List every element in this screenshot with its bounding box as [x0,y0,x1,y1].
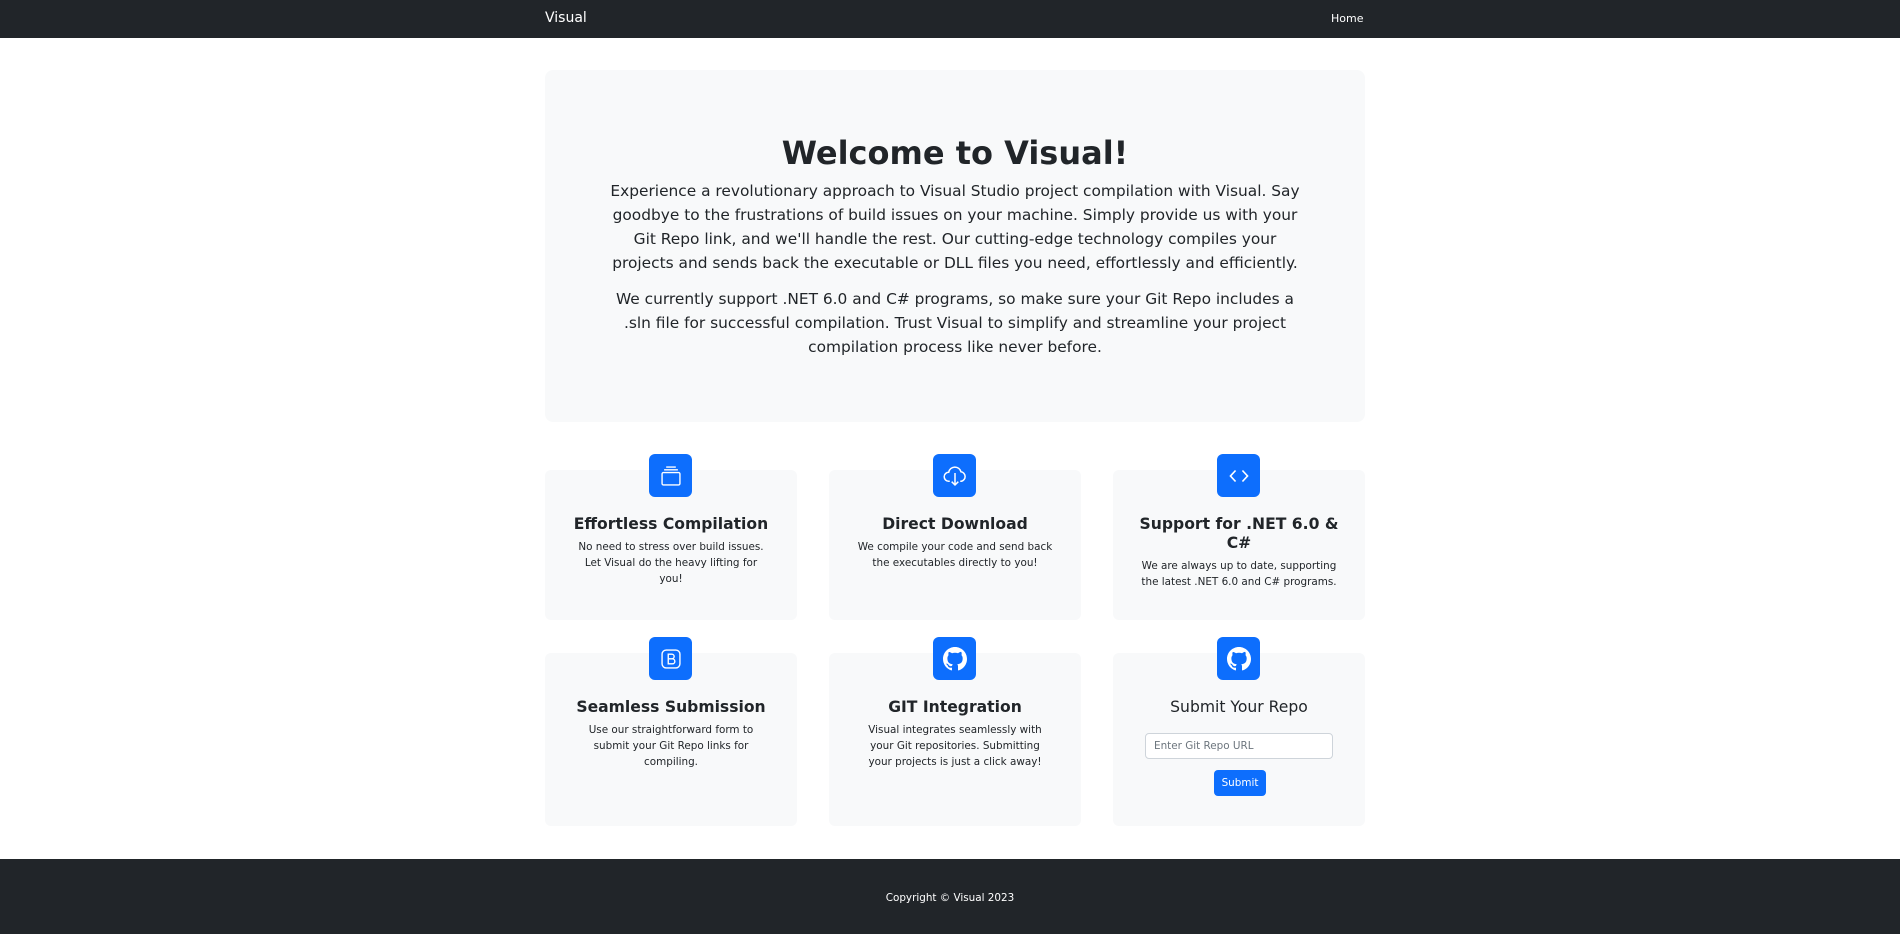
feature-title: GIT Integration [888,698,1022,716]
feature-text: No need to stress over build issues. Let… [578,541,764,585]
feature-text: We are always up to date, supporting the… [1141,560,1337,588]
submit-repo-title: Submit Your Repo [1170,698,1308,716]
feature-title: Support for .NET 6.0 & C# [1139,515,1339,552]
feature-text: We compile your code and send back the e… [857,541,1053,569]
submit-button[interactable]: Submit [1214,770,1266,796]
github-icon [933,637,976,680]
feature-card-dotnet-support: Support for .NET 6.0 & C# We are always … [1113,454,1365,620]
hero-paragraph-support: We currently support .NET 6.0 and C# pro… [615,290,1294,356]
collection-icon [649,454,692,497]
git-repo-url-input[interactable] [1145,733,1333,759]
submit-repo-card: Submit Your Repo Submit [1113,637,1365,826]
hero-title: Welcome to Visual! [781,134,1129,172]
feature-title: Seamless Submission [576,698,766,716]
feature-text: Use our straightforward form to submit y… [588,724,754,768]
nav-link-home[interactable]: Home [1331,12,1363,25]
hero-paragraph-intro: Experience a revolutionary approach to V… [610,182,1300,272]
footer: Copyright © Visual 2023 [0,859,1900,934]
feature-card-compilation: Effortless Compilation No need to stress… [545,454,797,620]
bootstrap-icon [649,637,692,680]
feature-card-download: Direct Download We compile your code and… [829,454,1081,620]
footer-copyright: Copyright © Visual 2023 [885,892,1015,904]
feature-title: Direct Download [882,515,1028,533]
feature-text: Visual integrates seamlessly with your G… [868,724,1042,768]
code-icon [1217,454,1260,497]
navbar: Visual Home [0,0,1900,38]
hero-section: Welcome to Visual! Experience a revoluti… [545,70,1365,422]
feature-title: Effortless Compilation [573,515,769,533]
feature-card-git-integration: GIT Integration Visual integrates seamle… [829,637,1081,826]
cloud-download-icon [933,454,976,497]
navbar-brand[interactable]: Visual [545,10,587,26]
github-icon [1217,637,1260,680]
feature-card-submission: Seamless Submission Use our straightforw… [545,637,797,826]
